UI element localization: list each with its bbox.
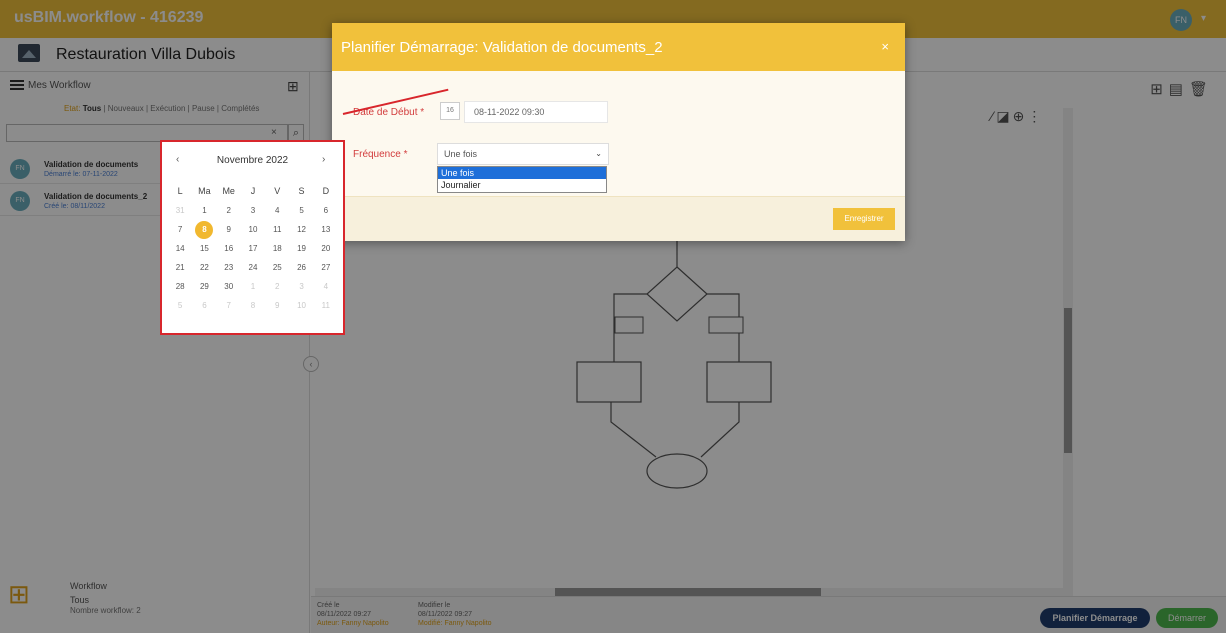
day-cell[interactable]: 21 (168, 258, 192, 277)
day-cell[interactable]: 15 (192, 239, 216, 258)
day-cell[interactable]: 27 (314, 258, 338, 277)
day-cell[interactable]: 2 (265, 277, 289, 296)
day-cell[interactable]: 11 (265, 220, 289, 239)
datepicker-month: Novembre 2022 (216, 155, 289, 166)
day-cell[interactable]: 8 (241, 296, 265, 315)
day-cell[interactable]: 3 (289, 277, 313, 296)
weekday-label: Ma (198, 186, 211, 196)
day-cell[interactable]: 5 (168, 296, 192, 315)
day-cell[interactable]: 2 (217, 201, 241, 220)
chevron-left-icon[interactable]: ‹ (176, 154, 179, 165)
day-cell[interactable]: 23 (217, 258, 241, 277)
weekday-label: V (274, 186, 281, 196)
day-cell[interactable]: 14 (168, 239, 192, 258)
day-cell[interactable]: 10 (241, 220, 265, 239)
dialog-title: Planifier Démarrage: Validation de docum… (341, 39, 663, 56)
frequency-label: Fréquence * (353, 149, 408, 160)
day-cell[interactable]: 9 (265, 296, 289, 315)
day-cell[interactable]: 22 (192, 258, 216, 277)
weekday-label: S (298, 186, 305, 196)
calendar-icon[interactable]: 16 (440, 102, 460, 120)
day-cell[interactable]: 20 (314, 239, 338, 258)
frequency-dropdown: Une fois Journalier (437, 166, 607, 193)
day-cell[interactable]: 9 (217, 220, 241, 239)
day-cell[interactable]: 1 (192, 201, 216, 220)
day-cell[interactable]: 4 (314, 277, 338, 296)
day-cell[interactable]: 10 (289, 296, 313, 315)
close-icon[interactable]: × (881, 39, 889, 54)
chevron-right-icon[interactable]: › (322, 154, 325, 165)
day-cell[interactable]: 6 (192, 296, 216, 315)
day-cell[interactable]: 3 (241, 201, 265, 220)
day-cell[interactable]: 31 (168, 201, 192, 220)
day-cell[interactable]: 7 (217, 296, 241, 315)
start-date-field[interactable]: 08-11-2022 09:30 (464, 101, 608, 123)
day-cell[interactable]: 18 (265, 239, 289, 258)
day-cell[interactable]: 28 (168, 277, 192, 296)
day-cell[interactable]: 7 (168, 220, 192, 239)
frequency-value: Une fois (444, 149, 478, 159)
frequency-option-once[interactable]: Une fois (438, 167, 606, 179)
weekday-label: Me (222, 186, 235, 196)
chevron-down-icon[interactable]: ⌄ (595, 149, 602, 158)
day-cell[interactable]: 26 (289, 258, 313, 277)
frequency-select[interactable]: Une fois ⌄ (437, 143, 609, 165)
week-row: 28 29 30 1 2 3 4 (168, 277, 338, 296)
dialog-footer: Enregistrer (332, 196, 905, 241)
weekday-label: L (177, 186, 183, 196)
day-cell[interactable]: 4 (265, 201, 289, 220)
weekday-label: D (322, 186, 330, 196)
week-row: 21 22 23 24 25 26 27 (168, 258, 338, 277)
day-cell[interactable]: 29 (192, 277, 216, 296)
frequency-option-daily[interactable]: Journalier (438, 179, 606, 191)
day-cell[interactable]: 13 (314, 220, 338, 239)
day-cell[interactable]: 5 (289, 201, 313, 220)
day-cell[interactable]: 25 (265, 258, 289, 277)
day-cell[interactable]: 1 (241, 277, 265, 296)
week-row: 5 6 7 8 9 10 11 (168, 296, 338, 315)
day-cell[interactable]: 11 (314, 296, 338, 315)
weekday-header: L Ma Me J V S D (168, 182, 338, 201)
day-cell[interactable]: 6 (314, 201, 338, 220)
day-cell[interactable]: 16 (217, 239, 241, 258)
selected-day[interactable]: 8 (192, 220, 216, 239)
schedule-start-dialog: Planifier Démarrage: Validation de docum… (332, 23, 905, 241)
day-cell[interactable]: 17 (241, 239, 265, 258)
day-cell[interactable]: 24 (241, 258, 265, 277)
datepicker: Novembre 2022 ‹ › L Ma Me J V S D 31 1 2 3 4 5 6 7 8 9 10… (160, 140, 345, 335)
day-cell[interactable]: 30 (217, 277, 241, 296)
save-button[interactable]: Enregistrer (833, 208, 895, 230)
week-row: 14 15 16 17 18 19 20 (168, 239, 338, 258)
day-cell[interactable]: 12 (289, 220, 313, 239)
dialog-header: Planifier Démarrage: Validation de docum… (332, 23, 905, 71)
week-row: 7 8 9 10 11 12 13 (168, 220, 338, 239)
datepicker-grid: L Ma Me J V S D 31 1 2 3 4 5 6 7 8 9 10 11 12 13 14 15 16 17 18 19… (168, 182, 338, 315)
day-cell[interactable]: 19 (289, 239, 313, 258)
week-row: 31 1 2 3 4 5 6 (168, 201, 338, 220)
weekday-label: J (250, 186, 256, 196)
